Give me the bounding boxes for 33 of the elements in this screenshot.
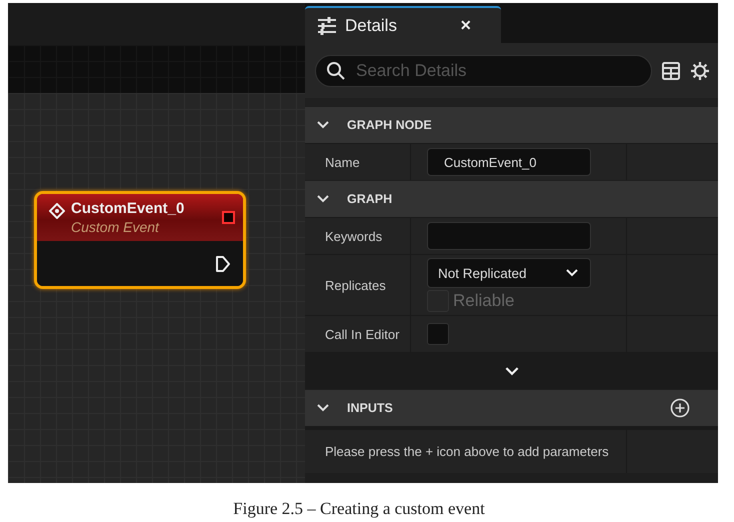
checkbox-label: Reliable	[453, 291, 514, 311]
search-field[interactable]: Search Details	[315, 54, 652, 86]
search-icon	[326, 60, 346, 80]
figure-caption: Figure 2.5 – Creating a custom event	[232, 499, 486, 519]
section-header[interactable]: GRAPH	[305, 181, 718, 217]
chevron-icon	[566, 269, 578, 277]
node-title: CustomEvent_0	[71, 200, 186, 217]
property-label: Keywords	[325, 228, 382, 244]
settings-icon[interactable]	[690, 60, 710, 80]
chevron-icon	[317, 404, 329, 412]
exec-pin-icon[interactable]	[215, 254, 231, 272]
text-field[interactable]: CustomEvent_0	[427, 148, 591, 176]
node-subtitle: Custom Event	[71, 219, 160, 235]
details-tab[interactable]: Details ×	[305, 6, 501, 43]
text-field[interactable]	[427, 222, 591, 250]
section-header[interactable]: GRAPH NODE	[305, 107, 718, 143]
sliders-icon	[317, 16, 337, 34]
replication-dropdown[interactable]: Not Replicated	[427, 258, 591, 288]
table-icon[interactable]	[662, 62, 680, 80]
chevron-icon	[317, 195, 329, 203]
expand-chevron-icon[interactable]	[504, 366, 518, 376]
checkbox[interactable]	[427, 323, 449, 345]
chevron-icon	[317, 121, 329, 129]
section-header[interactable]: INPUTS	[305, 390, 718, 426]
event-icon	[49, 203, 65, 219]
delegate-pin-icon[interactable]	[222, 211, 235, 224]
hint-text: Please press the + icon above to add parameters	[305, 430, 627, 473]
property-label: Name	[325, 154, 360, 170]
property-label: Replicates	[325, 278, 386, 292]
close-button[interactable]: ×	[460, 15, 471, 36]
event-node[interactable]: CustomEvent_0 Custom Event	[34, 191, 246, 289]
property-label: Call In Editor	[325, 326, 400, 342]
add-icon[interactable]	[670, 398, 690, 418]
